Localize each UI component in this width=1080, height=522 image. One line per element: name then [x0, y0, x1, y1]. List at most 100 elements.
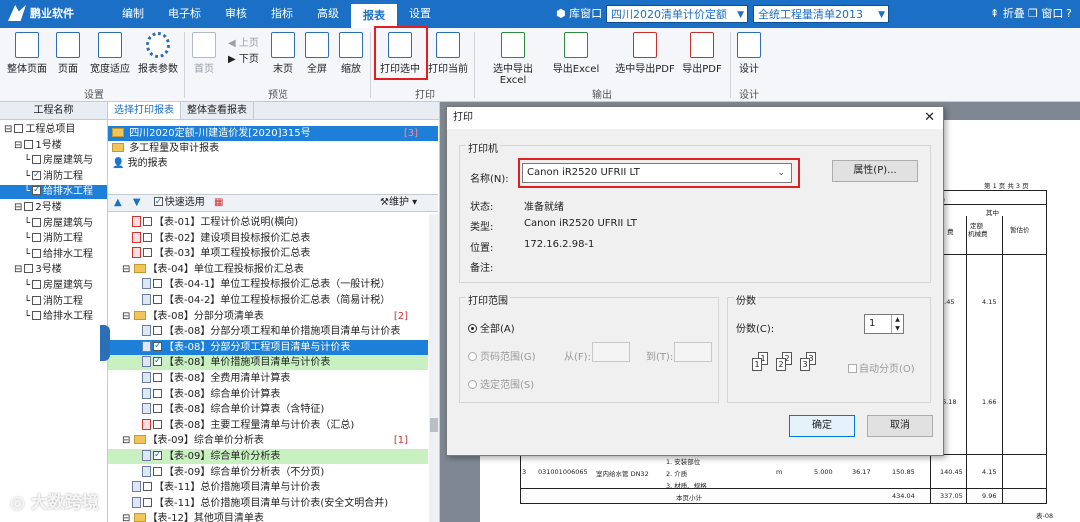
fold-button[interactable]: ⇞ 折叠 — [990, 0, 1025, 28]
export-selected-pdf-button[interactable]: 选中导出PDF — [614, 32, 676, 75]
report-item[interactable]: 【表-08】主要工程量清单与计价表（汇总) — [108, 418, 428, 433]
last-page-button[interactable]: 末页 — [270, 32, 296, 75]
report-item[interactable]: 【表-09】综合单价分析表（不分页) — [108, 465, 428, 480]
checkbox-icon[interactable] — [143, 232, 152, 242]
report-item[interactable]: 【表-04-2】单位工程投标报价汇总表（简易计税） — [108, 293, 428, 308]
tree-item[interactable]: ⊟ 3号楼 — [0, 263, 107, 277]
checkbox-icon[interactable] — [143, 248, 152, 258]
report-set-sichuan[interactable]: 四川2020定额-川建造价发[2020]315号 [3] — [108, 126, 438, 141]
report-item[interactable]: 【表-09】综合单价分析表 — [108, 449, 428, 464]
report-item[interactable]: ⊟ 【表-04】单位工程投标报价汇总表 — [108, 262, 428, 277]
arrow-up-icon[interactable]: ▲ — [114, 197, 122, 208]
menu-audit[interactable]: 审核 — [213, 0, 259, 28]
fullscreen-button[interactable]: 全屏 — [304, 32, 330, 75]
maintain-button[interactable]: ⚒维护 ▾ — [380, 195, 417, 211]
tree-item[interactable]: ⊟ 1号楼 — [0, 139, 107, 153]
expand-toggle-icon[interactable]: ⊟ — [4, 124, 12, 135]
report-item[interactable]: 【表-08】分部分项工程项目清单与计价表 — [108, 339, 428, 355]
checkbox-icon[interactable] — [32, 311, 42, 321]
checkbox-icon[interactable] — [32, 185, 42, 197]
expand-toggle-icon[interactable]: ⊟ — [14, 264, 22, 275]
next-page-button[interactable]: ▶ 下页 — [228, 50, 264, 65]
ok-button[interactable]: 确定 — [789, 415, 855, 437]
expand-toggle-icon[interactable]: ⊟ — [122, 435, 134, 446]
checkbox-icon[interactable] — [32, 170, 42, 182]
tree-item[interactable]: └ 给排水工程 — [0, 248, 107, 262]
checkbox-icon[interactable] — [24, 264, 34, 274]
report-item[interactable]: 【表-04-1】单位工程投标报价汇总表（一般计税） — [108, 277, 428, 292]
checkbox-icon[interactable] — [153, 388, 162, 398]
print-current-button[interactable]: 打印当前 — [426, 32, 470, 75]
collapse-panel-handle[interactable] — [100, 325, 110, 361]
checkbox-icon[interactable] — [153, 466, 162, 476]
tree-item[interactable]: └ 房屋建筑与 — [0, 217, 107, 231]
tree-item[interactable]: ⊟ 工程总项目 — [0, 123, 107, 137]
collate-checkbox[interactable]: 自动分页(O) — [848, 360, 915, 375]
tree-item[interactable]: ⊟ 2号楼 — [0, 201, 107, 215]
bill-select[interactable]: 全统工程量清单2013 ▼ — [753, 5, 889, 23]
checkbox-icon[interactable] — [153, 404, 162, 414]
checkbox-icon[interactable] — [153, 295, 162, 304]
report-params-button[interactable]: 报表参数 — [136, 32, 180, 75]
checkbox-icon[interactable] — [153, 449, 162, 463]
scroll-thumb[interactable] — [430, 418, 438, 432]
zoom-button[interactable]: 缩放 — [338, 32, 364, 75]
checkbox-icon[interactable] — [32, 248, 42, 258]
tree-item[interactable]: └ 给排水工程 — [0, 185, 107, 200]
checkbox-icon[interactable] — [32, 233, 42, 243]
checkbox-icon[interactable] — [32, 155, 42, 165]
cancel-button[interactable]: 取消 — [867, 415, 933, 437]
tree-item[interactable]: └ 房屋建筑与 — [0, 154, 107, 168]
menu-edit[interactable]: 编制 — [110, 0, 156, 28]
expand-toggle-icon[interactable]: ⊟ — [14, 202, 22, 213]
close-icon[interactable]: ✕ — [924, 107, 935, 129]
report-list-scrollbar[interactable] — [429, 214, 439, 522]
report-item[interactable]: 【表-03】单项工程投标报价汇总表 — [108, 246, 428, 261]
report-item[interactable]: 【表-08】分部分项工程和单价措施项目清单与计价表 — [108, 324, 428, 339]
expand-toggle-icon[interactable]: ⊟ — [122, 311, 134, 322]
report-item[interactable]: 【表-08】综合单价计算表（含特征) — [108, 402, 428, 417]
report-item[interactable]: ⊟ 【表-09】综合单价分析表 [1] — [108, 433, 428, 448]
report-item[interactable]: 【表-08】综合单价计算表 — [108, 387, 428, 402]
help-button[interactable]: ? — [1066, 0, 1080, 28]
expand-toggle-icon[interactable]: ⊟ — [122, 513, 134, 522]
checkbox-icon[interactable] — [143, 497, 152, 507]
menu-index[interactable]: 指标 — [259, 0, 305, 28]
report-item[interactable]: 【表-02】建设项目投标报价汇总表 — [108, 231, 428, 246]
checkbox-icon[interactable] — [153, 355, 162, 369]
report-item[interactable]: 【表-11】总价措施项目清单与计价表(安全文明合并) — [108, 496, 428, 511]
menu-e-bid[interactable]: 电子标 — [156, 0, 213, 28]
from-page-input[interactable] — [592, 342, 630, 362]
export-excel-button[interactable]: 导出Excel — [550, 32, 602, 75]
tree-item[interactable]: └ 给排水工程 — [0, 310, 107, 324]
menu-settings[interactable]: 设置 — [397, 0, 443, 28]
menu-advanced[interactable]: 高级 — [305, 0, 351, 28]
arrow-down-icon[interactable]: ▼ — [133, 197, 141, 208]
menu-reports[interactable]: 报表 — [351, 4, 397, 28]
first-page-button[interactable]: 首页 — [192, 32, 216, 75]
quota-select[interactable]: 四川2020清单计价定额 ▼ — [606, 5, 748, 23]
expand-toggle-icon[interactable]: ⊟ — [122, 264, 134, 275]
report-item[interactable]: 【表-08】全费用清单计算表 — [108, 371, 428, 386]
checkbox-icon[interactable] — [32, 217, 42, 227]
copies-stepper[interactable]: 1 ▲ ▼ — [864, 314, 904, 334]
report-item[interactable]: 【表-11】总价措施项目清单与计价表 — [108, 480, 428, 495]
checkbox-icon[interactable] — [24, 202, 34, 211]
to-page-input[interactable] — [674, 342, 712, 362]
report-set-my-reports[interactable]: 👤 我的报表 — [108, 156, 438, 171]
fit-width-button[interactable]: 宽度适应 — [88, 32, 132, 75]
checkbox-icon[interactable] — [14, 124, 24, 133]
range-all-radio[interactable]: 全部(A) — [468, 320, 515, 335]
report-set-multi-quantity[interactable]: 多工程量及审计报表 — [108, 141, 438, 156]
checkbox-icon[interactable] — [143, 217, 152, 226]
grid-icon[interactable]: ▦ — [214, 197, 223, 208]
report-item[interactable]: ⊟ 【表-08】分部分项清单表 [2] — [108, 309, 428, 324]
export-pdf-button[interactable]: 导出PDF — [680, 32, 724, 75]
checkbox-icon[interactable] — [24, 139, 34, 149]
range-pages-radio[interactable]: 页码范围(G) — [468, 348, 536, 363]
stepper-arrows-icon[interactable]: ▲ ▼ — [891, 315, 903, 333]
checkbox-icon[interactable] — [153, 326, 162, 336]
report-item[interactable]: ⊟ 【表-12】其他项目清单表 — [108, 511, 428, 522]
tree-item[interactable]: └ 消防工程 — [0, 295, 107, 309]
report-item[interactable]: 【表-08】单价措施项目清单与计价表 — [108, 355, 428, 371]
